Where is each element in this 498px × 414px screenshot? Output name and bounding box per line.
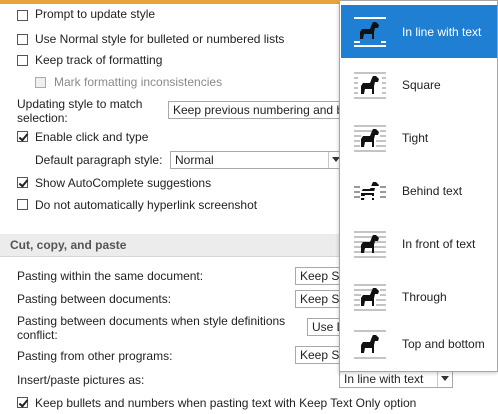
- cut-copy-paste-section-header: Cut, copy, and paste: [0, 234, 340, 256]
- updating-style-label: Updating style to match selection:: [17, 97, 143, 125]
- default-paragraph-select[interactable]: Normal: [170, 151, 340, 169]
- prompt-update-style-checkbox[interactable]: [17, 10, 28, 21]
- gallery-label: Through: [402, 290, 447, 304]
- through-wrap-icon: [354, 284, 386, 311]
- gallery-item-tight[interactable]: Tight: [341, 111, 497, 164]
- gallery-label: Square: [402, 78, 441, 92]
- gallery-item-through[interactable]: Through: [341, 270, 497, 323]
- square-wrap-icon: [354, 72, 386, 99]
- pasting-within-label: Pasting within the same document:: [17, 269, 204, 283]
- default-paragraph-label: Default paragraph style:: [35, 153, 163, 167]
- in-front-of-text-icon: [354, 231, 386, 258]
- use-normal-style-checkbox[interactable]: [17, 34, 28, 45]
- use-normal-style-label: Use Normal style for bulleted or numbere…: [35, 32, 285, 46]
- no-auto-hyperlink-checkbox[interactable]: [17, 199, 28, 210]
- gallery-label: Tight: [402, 131, 429, 145]
- pasting-other-programs-label: Pasting from other programs:: [17, 349, 173, 363]
- mark-inconsistencies-checkbox[interactable]: [35, 77, 46, 88]
- insert-pictures-label: Insert/paste pictures as:: [17, 373, 145, 387]
- keep-bullets-label: Keep bullets and numbers when pasting te…: [35, 396, 417, 410]
- section-title: Cut, copy, and paste: [10, 238, 127, 252]
- pasting-conflict-select[interactable]: Use D: [307, 318, 340, 336]
- pasting-conflict-label: Pasting between documents when style def…: [17, 314, 286, 342]
- section-divider: [0, 256, 340, 257]
- top-bottom-wrap-icon: [354, 330, 386, 359]
- insert-pictures-select[interactable]: In line with text: [339, 370, 453, 388]
- show-autocomplete-checkbox[interactable]: [17, 177, 28, 188]
- updating-style-select[interactable]: Keep previous numbering and b: [168, 101, 340, 119]
- inline-icon: [354, 17, 386, 47]
- mark-inconsistencies-label: Mark formatting inconsistencies: [54, 75, 223, 89]
- keep-track-label: Keep track of formatting: [35, 53, 163, 67]
- prompt-update-style-label: Prompt to update style: [35, 7, 156, 21]
- behind-text-icon: [354, 182, 386, 200]
- pasting-other-programs-select[interactable]: Keep So: [295, 346, 340, 364]
- pasting-within-select[interactable]: Keep So: [295, 267, 340, 285]
- wrap-text-gallery: In line with text Square Tight Behind te…: [339, 0, 498, 372]
- gallery-item-inline[interactable]: In line with text: [341, 5, 497, 58]
- gallery-item-behind-text[interactable]: Behind text: [341, 164, 497, 217]
- gallery-label: In front of text: [402, 237, 476, 251]
- keep-bullets-checkbox[interactable]: [17, 397, 28, 408]
- keep-track-checkbox[interactable]: [17, 55, 28, 66]
- gallery-item-square[interactable]: Square: [341, 58, 497, 111]
- gallery-label: Behind text: [402, 184, 463, 198]
- chevron-down-icon[interactable]: [437, 371, 452, 387]
- pasting-between-select[interactable]: Keep So: [295, 290, 340, 308]
- gallery-item-top-bottom[interactable]: Top and bottom: [341, 317, 497, 370]
- no-auto-hyperlink-label: Do not automatically hyperlink screensho…: [35, 198, 258, 212]
- gallery-label: In line with text: [402, 25, 482, 39]
- tight-wrap-icon: [354, 125, 386, 152]
- gallery-item-in-front[interactable]: In front of text: [341, 217, 497, 270]
- enable-click-type-checkbox[interactable]: [17, 131, 28, 142]
- pasting-between-label: Pasting between documents:: [17, 292, 172, 306]
- enable-click-type-label: Enable click and type: [35, 130, 149, 144]
- gallery-label: Top and bottom: [402, 337, 485, 351]
- show-autocomplete-label: Show AutoComplete suggestions: [35, 176, 212, 190]
